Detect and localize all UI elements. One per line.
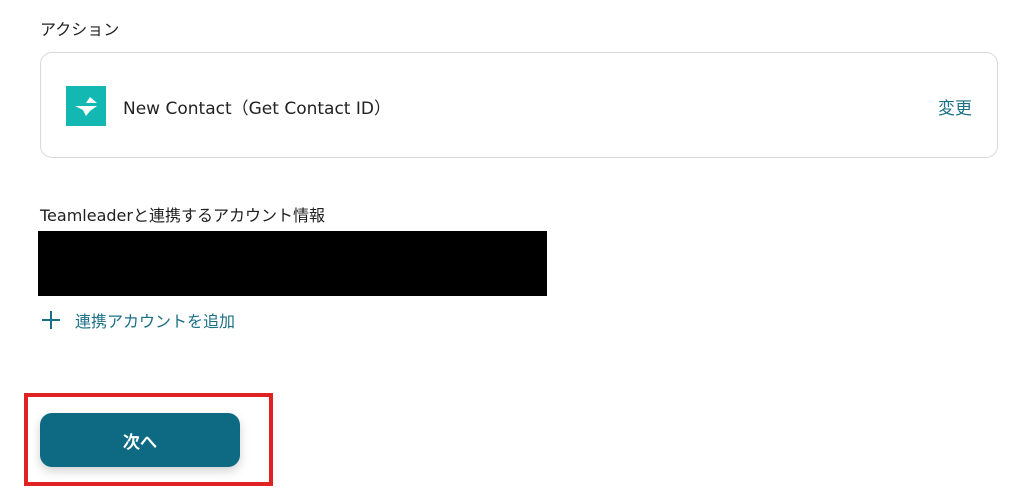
action-name: New Contact（Get Contact ID） [123, 99, 391, 119]
next-button[interactable]: 次へ [40, 413, 240, 467]
teamleader-logo-icon [66, 86, 106, 126]
page: アクション New Contact（Get Contact ID） 変更 Tea… [0, 0, 1018, 488]
add-account-label: 連携アカウントを追加 [75, 312, 236, 331]
change-action-link[interactable]: 変更 [938, 94, 972, 119]
account-section-label: Teamleaderと連携するアカウント情報 [40, 206, 325, 225]
add-account-link[interactable]: 連携アカウントを追加 [42, 308, 235, 332]
plus-icon [42, 311, 60, 329]
action-section-label: アクション [40, 20, 120, 39]
action-card: New Contact（Get Contact ID） 変更 [40, 52, 998, 158]
account-select[interactable] [38, 231, 547, 296]
